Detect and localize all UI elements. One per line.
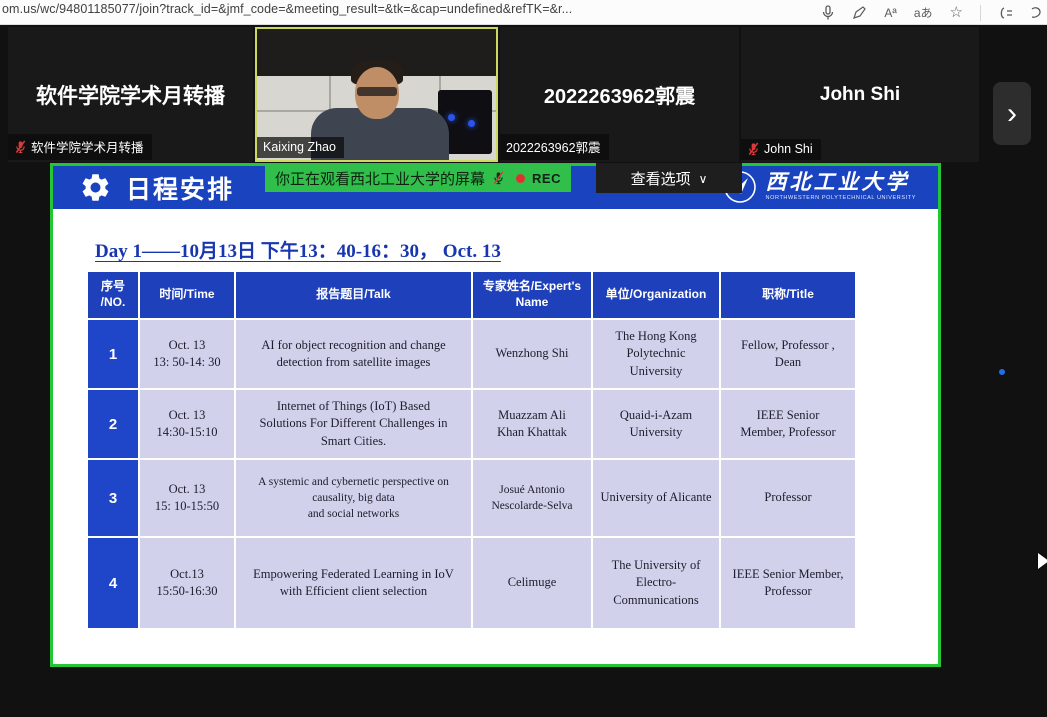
cell-expert: Josué Antonio Nescolarde-Selva bbox=[473, 460, 591, 536]
video-tile-guozhen[interactable]: 2022263962郭震 2022263962郭震 bbox=[500, 27, 739, 162]
cell-time: Oct. 13 15: 10-15:50 bbox=[140, 460, 234, 536]
next-participants-button[interactable]: › bbox=[993, 82, 1031, 145]
edit-pen-icon[interactable] bbox=[852, 5, 867, 20]
row-no: 1 bbox=[88, 320, 138, 388]
cell-time: Oct. 13 13: 50-14: 30 bbox=[140, 320, 234, 388]
cell-title: IEEE Senior Member, Professor bbox=[721, 538, 855, 628]
participant-name-tag: Kaixing Zhao bbox=[257, 137, 344, 158]
cell-title: IEEE Senior Member, Professor bbox=[721, 390, 855, 458]
video-tile-john-shi[interactable]: John Shi John Shi bbox=[741, 27, 979, 162]
remote-cursor-icon bbox=[1038, 553, 1047, 569]
recording-dot bbox=[516, 174, 525, 183]
university-name-en: NORTHWESTERN POLYTECHNICAL UNIVERSITY bbox=[766, 196, 916, 202]
zoom-meeting-page: { "browser": { "url": "om.us/wc/94801185… bbox=[0, 0, 1047, 717]
voice-search-icon[interactable] bbox=[821, 5, 835, 21]
slide-title: 日程安排 bbox=[126, 170, 234, 206]
cell-org: The University of Electro- Communication… bbox=[593, 538, 719, 628]
cell-talk: Internet of Things (IoT) Based Solutions… bbox=[236, 390, 471, 458]
cell-org: University of Alicante bbox=[593, 460, 719, 536]
browser-extra-icon[interactable] bbox=[1031, 6, 1041, 20]
meeting-stage: 软件学院学术月转播 软件学院学术月转播 Kaix bbox=[0, 25, 1047, 717]
participant-name-tag: 软件学院学术月转播 bbox=[8, 134, 152, 160]
cell-expert: Wenzhong Shi bbox=[473, 320, 591, 388]
col-header-expert: 专家姓名/Expert's Name bbox=[473, 272, 591, 318]
watch-banner-text: 你正在观看西北工业大学的屏幕 bbox=[275, 168, 485, 189]
recording-label: REC bbox=[532, 171, 561, 186]
gear-icon bbox=[79, 171, 112, 204]
row-no: 3 bbox=[88, 460, 138, 536]
video-tile-relay[interactable]: 软件学院学术月转播 软件学院学术月转播 bbox=[8, 27, 253, 162]
university-name-cn: 西北工业大学 bbox=[766, 172, 916, 193]
schedule-table: 序号 /NO. 时间/Time 报告题目/Talk 专家姓名/Expert's … bbox=[88, 272, 855, 628]
cell-talk: AI for object recognition and change det… bbox=[236, 320, 471, 388]
favorites-add-icon[interactable]: ☆ bbox=[950, 5, 963, 20]
university-logo: 西北工业大学 NORTHWESTERN POLYTECHNICAL UNIVER… bbox=[722, 169, 916, 205]
toolbar-divider bbox=[980, 5, 981, 21]
cell-expert: Muazzam Ali Khan Khattak bbox=[473, 390, 591, 458]
cell-title: Fellow, Professor , Dean bbox=[721, 320, 855, 388]
col-header-title: 职称/Title bbox=[721, 272, 855, 318]
cell-title: Professor bbox=[721, 460, 855, 536]
address-url[interactable]: om.us/wc/94801185077/join?track_id=&jmf_… bbox=[2, 2, 737, 16]
cell-expert: Celimuge bbox=[473, 538, 591, 628]
col-header-no: 序号 /NO. bbox=[88, 272, 138, 318]
cell-time: Oct. 13 14:30-15:10 bbox=[140, 390, 234, 458]
shared-screen: 日程安排 西北工业大学 NORTHWESTERN POLYTECHNICAL U… bbox=[50, 163, 941, 667]
mic-muted-icon bbox=[747, 142, 760, 156]
col-header-talk: 报告题目/Talk bbox=[236, 272, 471, 318]
annotation-dot bbox=[999, 369, 1005, 375]
col-header-org: 单位/Organization bbox=[593, 272, 719, 318]
cell-talk: Empowering Federated Learning in IoV wit… bbox=[236, 538, 471, 628]
browser-toolbar-icons: Aª aあ ☆ bbox=[821, 0, 1047, 25]
banner-mic-muted-icon bbox=[492, 171, 505, 185]
cell-talk: A systemic and cybernetic perspective on… bbox=[236, 460, 471, 536]
copilot-icon[interactable] bbox=[998, 6, 1014, 20]
participant-name-tag: 2022263962郭震 bbox=[500, 134, 609, 160]
col-header-time: 时间/Time bbox=[140, 272, 234, 318]
row-no: 4 bbox=[88, 538, 138, 628]
cell-time: Oct.13 15:50-16:30 bbox=[140, 538, 234, 628]
read-aloud-icon[interactable]: Aª bbox=[884, 7, 896, 19]
video-tile-kaixing-zhao[interactable]: Kaixing Zhao bbox=[255, 27, 498, 162]
mic-muted-icon bbox=[14, 140, 27, 154]
chevron-down-icon: ∨ bbox=[699, 172, 708, 186]
screen-watch-banner: 你正在观看西北工业大学的屏幕 REC bbox=[265, 164, 571, 192]
cell-org: Quaid-i-Azam University bbox=[593, 390, 719, 458]
participant-name-tag: John Shi bbox=[741, 139, 821, 160]
schedule-day-title: Day 1——10月13日 下午13：40-16：30， Oct. 13 bbox=[95, 236, 501, 263]
cell-org: The Hong Kong Polytechnic University bbox=[593, 320, 719, 388]
translate-icon[interactable]: aあ bbox=[914, 7, 933, 19]
browser-address-bar: om.us/wc/94801185077/join?track_id=&jmf_… bbox=[0, 0, 1047, 25]
view-options-label: 查看选项 bbox=[631, 168, 691, 189]
view-options-button[interactable]: 查看选项 ∨ bbox=[596, 163, 742, 193]
row-no: 2 bbox=[88, 390, 138, 458]
person-glasses bbox=[357, 87, 397, 96]
